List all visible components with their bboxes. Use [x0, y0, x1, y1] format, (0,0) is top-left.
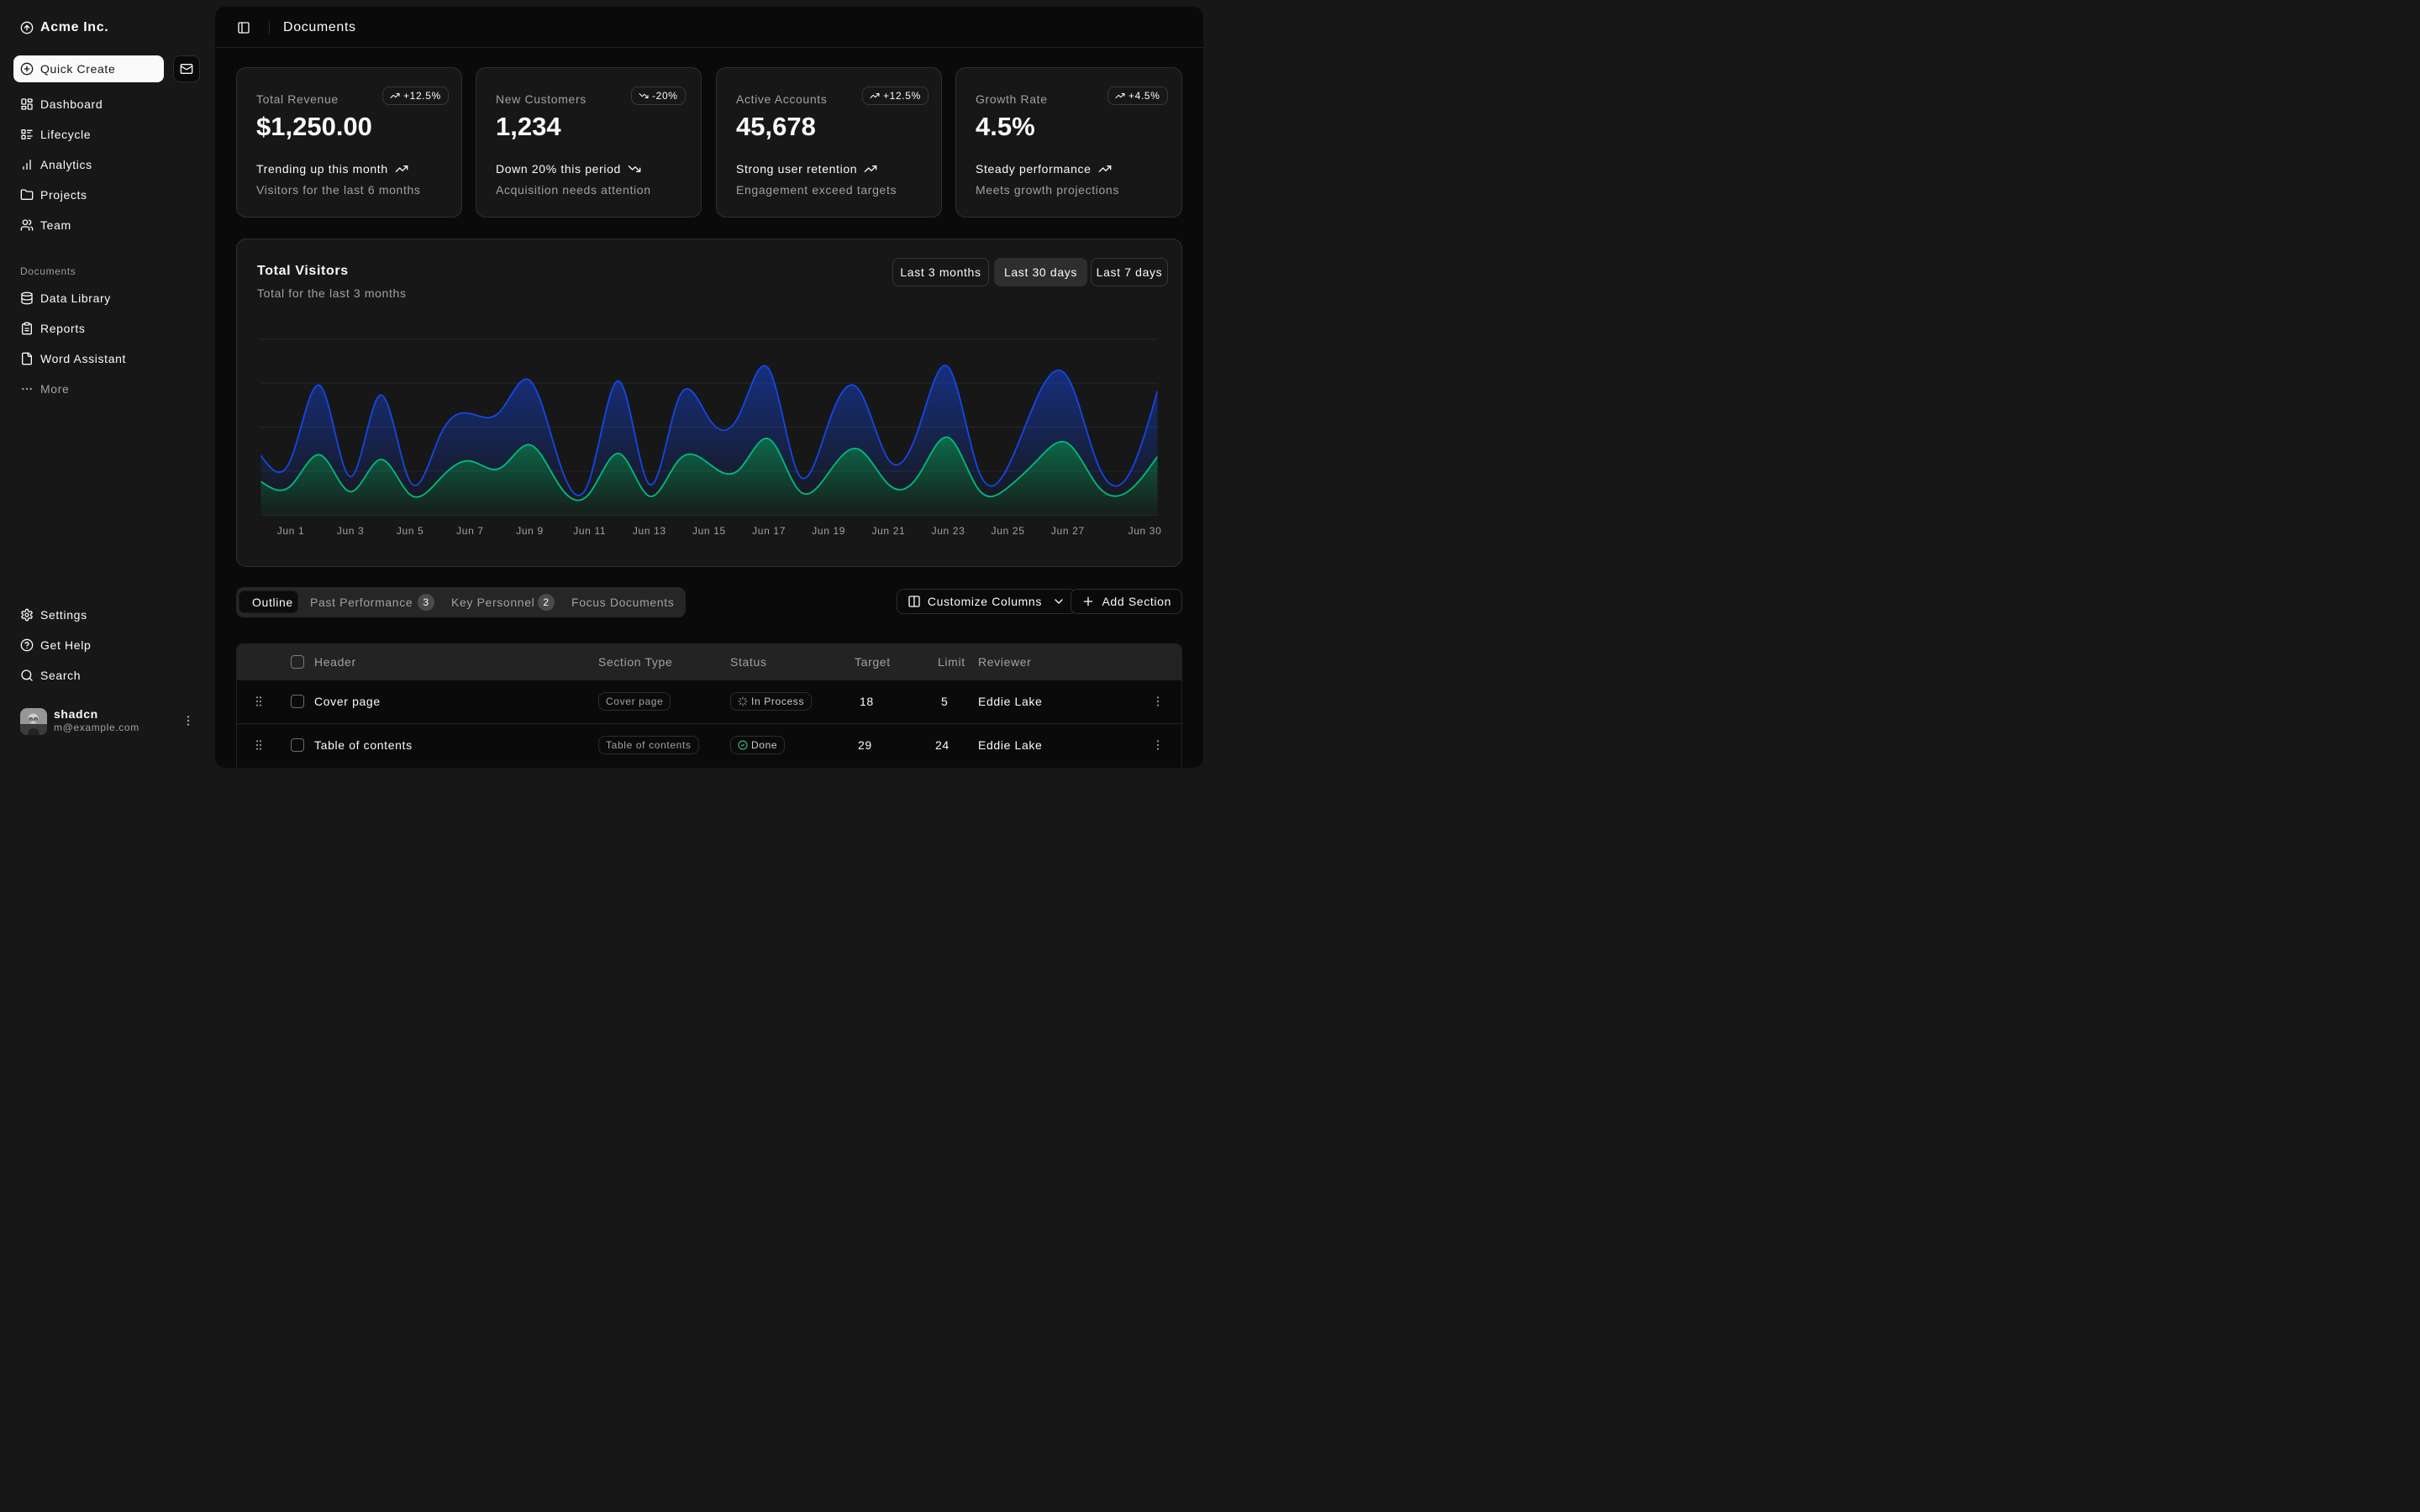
svg-text:Jun 1: Jun 1 [277, 525, 305, 537]
svg-text:Jun 3: Jun 3 [337, 525, 365, 537]
svg-text:Jun 30: Jun 30 [1128, 525, 1162, 537]
svg-text:Jun 15: Jun 15 [692, 525, 726, 537]
svg-text:Jun 27: Jun 27 [1051, 525, 1085, 537]
svg-text:Jun 5: Jun 5 [397, 525, 424, 537]
svg-text:Jun 21: Jun 21 [871, 525, 905, 537]
svg-text:Jun 11: Jun 11 [573, 525, 606, 537]
svg-text:Jun 9: Jun 9 [516, 525, 544, 537]
svg-text:Jun 7: Jun 7 [456, 525, 484, 537]
svg-text:Jun 23: Jun 23 [932, 525, 965, 537]
svg-text:Jun 19: Jun 19 [812, 525, 845, 537]
svg-text:Jun 13: Jun 13 [633, 525, 666, 537]
svg-text:Jun 17: Jun 17 [752, 525, 786, 537]
svg-text:Jun 25: Jun 25 [992, 525, 1025, 537]
